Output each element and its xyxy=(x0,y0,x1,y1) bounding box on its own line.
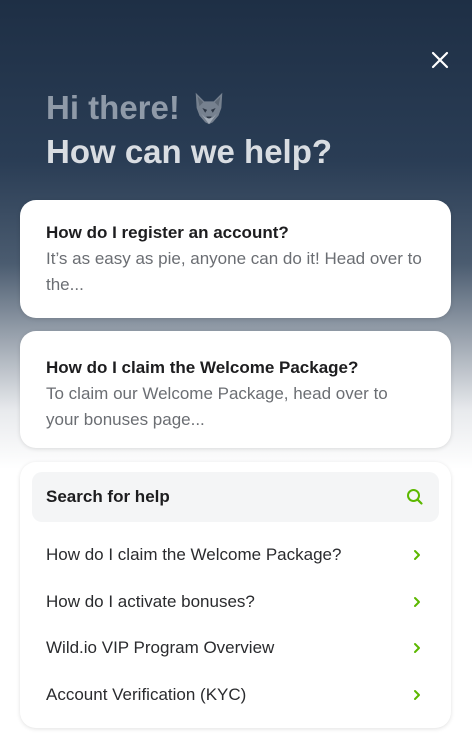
search-help-panel: Search for help How do I claim the Welco… xyxy=(20,462,451,728)
help-item-label: Account Verification (KYC) xyxy=(46,684,247,704)
greeting-heading: Hi there! How can we help? xyxy=(46,86,332,174)
help-item-label: How do I claim the Welcome Package? xyxy=(46,545,342,565)
article-title: How do I register an account? xyxy=(46,223,289,242)
chevron-right-icon xyxy=(414,689,420,700)
help-item-welcome-package[interactable]: How do I claim the Welcome Package? xyxy=(32,532,439,579)
article-snippet: It’s as easy as pie, anyone can do it! H… xyxy=(46,249,422,294)
help-article-list: How do I claim the Welcome Package? How … xyxy=(32,532,439,718)
article-card-welcome[interactable]: How do I claim the Welcome Package? To c… xyxy=(20,331,451,448)
chevron-right-icon xyxy=(414,550,420,561)
help-item-activate-bonuses[interactable]: How do I activate bonuses? xyxy=(32,579,439,626)
search-icon[interactable] xyxy=(405,487,425,507)
greeting-text: Hi there! xyxy=(46,89,180,126)
help-question: How can we help? xyxy=(46,133,333,170)
help-item-label: How do I activate bonuses? xyxy=(46,591,255,611)
search-label: Search for help xyxy=(46,487,170,506)
chevron-right-icon xyxy=(414,643,420,654)
search-help-input[interactable]: Search for help xyxy=(32,472,439,522)
chevron-right-icon xyxy=(414,596,420,607)
wolf-icon xyxy=(195,92,223,125)
help-item-label: Wild.io VIP Program Overview xyxy=(46,638,275,658)
close-button[interactable] xyxy=(426,46,454,74)
article-snippet: To claim our Welcome Package, head over … xyxy=(46,384,388,429)
help-item-vip-program[interactable]: Wild.io VIP Program Overview xyxy=(32,625,439,672)
article-card-register[interactable]: How do I register an account? It’s as ea… xyxy=(20,200,451,318)
article-title: How do I claim the Welcome Package? xyxy=(46,358,359,377)
help-item-account-verification[interactable]: Account Verification (KYC) xyxy=(32,672,439,719)
close-icon xyxy=(431,51,449,69)
